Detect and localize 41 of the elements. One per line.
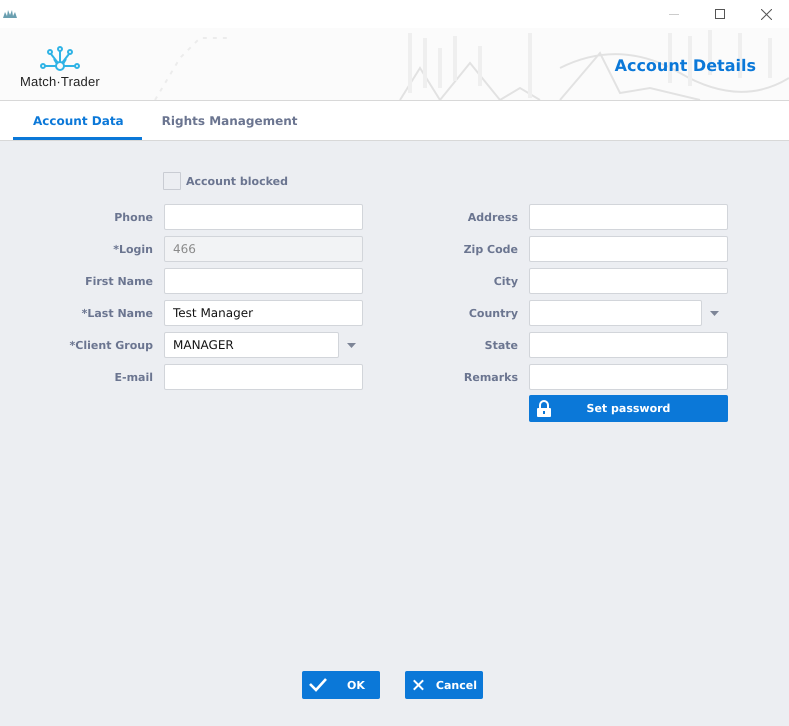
cancel-button[interactable]: Cancel: [405, 671, 483, 699]
input-field[interactable]: [164, 268, 363, 294]
logo-icon: [40, 46, 80, 72]
form-label: *Login: [113, 242, 153, 256]
checkbox-label: Account blocked: [186, 174, 288, 188]
page-title: Account Details: [614, 56, 756, 74]
dropdown-caret-icon[interactable]: [710, 310, 719, 316]
input-field[interactable]: [164, 364, 363, 390]
app-icon: [2, 9, 18, 19]
input-field[interactable]: [529, 332, 728, 358]
check-icon: [309, 678, 327, 692]
form-label: *Client Group: [70, 338, 153, 352]
tab[interactable]: Rights Management: [142, 101, 316, 140]
form-label: First Name: [85, 274, 153, 288]
input-field[interactable]: [529, 364, 728, 390]
form-label: Remarks: [464, 370, 518, 384]
dropdown-caret-icon[interactable]: [347, 342, 356, 348]
form-label: Country: [468, 306, 518, 320]
set-password-button[interactable]: Set password: [529, 395, 728, 422]
input-field[interactable]: Test Manager: [164, 300, 363, 326]
input-field[interactable]: [529, 204, 728, 230]
lock-icon: [537, 400, 551, 417]
close-icon: [760, 8, 772, 20]
form-label: City: [494, 274, 518, 288]
dropdown-field[interactable]: MANAGER: [164, 332, 339, 358]
ok-button[interactable]: OK: [302, 671, 380, 699]
form-label: E-mail: [114, 370, 153, 384]
logo-text: Match·Trader: [20, 74, 100, 88]
form-label: Phone: [114, 210, 153, 224]
input-field[interactable]: [529, 268, 728, 294]
checkbox[interactable]: [163, 172, 181, 190]
form-label: Zip Code: [464, 242, 518, 256]
form-label: Address: [468, 210, 518, 224]
input-field[interactable]: [529, 236, 728, 262]
form-label: State: [484, 338, 518, 352]
input-field[interactable]: [164, 204, 363, 230]
tab[interactable]: Account Data: [13, 101, 142, 140]
form-label: *Last Name: [82, 306, 153, 320]
close-icon: [413, 678, 424, 692]
dropdown-field[interactable]: [529, 300, 702, 326]
maximize-icon: [715, 9, 725, 19]
